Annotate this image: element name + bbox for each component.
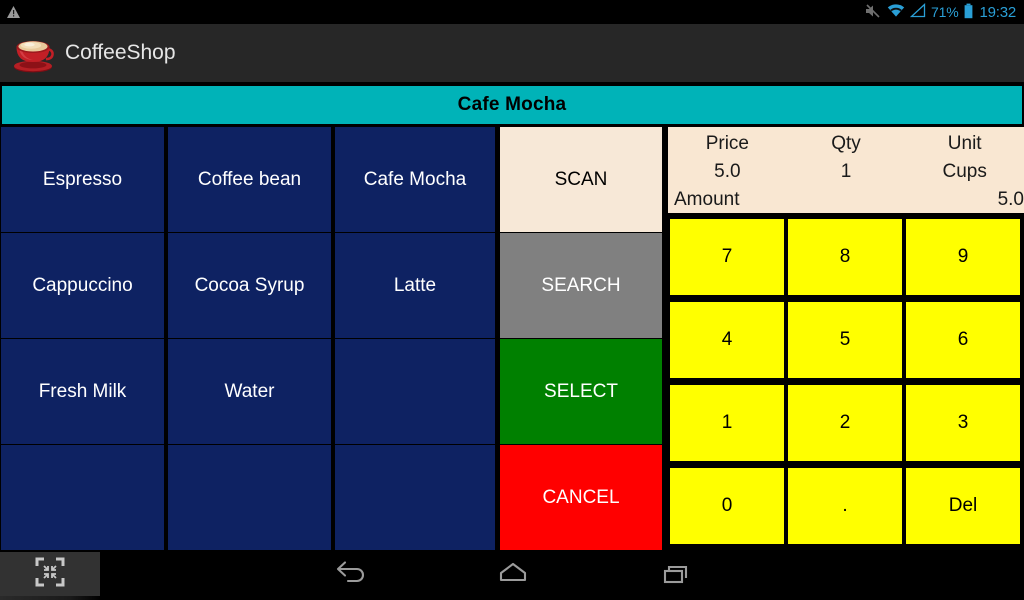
nav-home-button[interactable] xyxy=(468,552,558,600)
keypad-key-8[interactable]: 8 xyxy=(788,219,902,295)
product-tile-label: Espresso xyxy=(42,168,123,190)
amount-value: 5.0 xyxy=(997,189,1024,210)
status-bar: 71% 19:32 xyxy=(0,0,1024,24)
product-tile-empty[interactable] xyxy=(168,445,331,550)
battery-percent-label: 71% xyxy=(931,4,959,20)
scan-frame-icon xyxy=(35,557,65,592)
amount-label: Amount xyxy=(674,189,740,210)
keypad-key-label: Del xyxy=(948,495,978,516)
price-value[interactable]: 5.0 xyxy=(668,158,787,186)
keypad-key-label: 4 xyxy=(721,329,733,350)
keypad-key-label: 3 xyxy=(957,412,969,433)
selected-product-banner: Cafe Mocha xyxy=(2,86,1022,124)
product-tile-label: Cappuccino xyxy=(32,274,133,296)
keypad-key-3[interactable]: 3 xyxy=(906,385,1020,461)
product-tile-fresh-milk[interactable]: Fresh Milk xyxy=(1,339,164,444)
numeric-keypad: 7 8 9 4 5 6 1 2 3 0 . Del xyxy=(668,219,1024,552)
selected-product-name: Cafe Mocha xyxy=(457,94,567,115)
keypad-key-label: 5 xyxy=(839,329,851,350)
coffee-cup-icon xyxy=(10,30,56,76)
battery-icon xyxy=(963,3,974,22)
keypad-key-6[interactable]: 6 xyxy=(906,302,1020,378)
back-arrow-icon xyxy=(334,560,368,592)
cancel-button[interactable]: CANCEL xyxy=(500,445,662,550)
status-bar-right: 71% 19:32 xyxy=(864,3,1016,22)
wifi-icon xyxy=(887,3,905,21)
scan-button[interactable]: SCAN xyxy=(500,127,662,232)
product-tile-coffee-bean[interactable]: Coffee bean xyxy=(168,127,331,232)
product-tile-cafe-mocha[interactable]: Cafe Mocha xyxy=(335,127,495,232)
price-header: Price xyxy=(705,133,749,154)
select-button-label: SELECT xyxy=(544,380,618,402)
keypad-key-label: 8 xyxy=(839,246,851,267)
product-tile-label: Latte xyxy=(393,274,437,296)
keypad-key-label: 7 xyxy=(721,246,733,267)
product-tile-water[interactable]: Water xyxy=(168,339,331,444)
cell-signal-icon xyxy=(909,3,926,21)
warning-triangle-icon xyxy=(6,5,21,19)
device-screen: 71% 19:32 CoffeeShop Cafe Mocha Espresso… xyxy=(0,0,1024,600)
status-bar-left xyxy=(6,5,21,19)
order-info-value-row: 5.0 1 Cups xyxy=(668,158,1024,186)
unit-value: Cups xyxy=(942,161,987,182)
keypad-key-delete[interactable]: Del xyxy=(906,468,1020,544)
product-tile-latte[interactable]: Latte xyxy=(335,233,495,338)
recent-apps-icon xyxy=(659,561,693,592)
clock-label: 19:32 xyxy=(979,3,1016,21)
nav-back-button[interactable] xyxy=(306,552,396,600)
scan-button-label: SCAN xyxy=(554,168,608,190)
keypad-key-9[interactable]: 9 xyxy=(906,219,1020,295)
product-tile-cocoa-syrup[interactable]: Cocoa Syrup xyxy=(168,233,331,338)
home-icon xyxy=(496,561,530,592)
system-navigation-bar xyxy=(0,552,1024,600)
keypad-key-1[interactable]: 1 xyxy=(670,385,784,461)
order-info-panel: Price Qty Unit 5.0 1 Cups Amount 5.0 xyxy=(668,127,1024,213)
qty-header: Qty xyxy=(831,133,861,154)
product-tile-label: Water xyxy=(224,380,275,402)
product-row: Cappuccino Cocoa Syrup Latte SEARCH xyxy=(0,233,665,338)
product-tile-cappuccino[interactable]: Cappuccino xyxy=(1,233,164,338)
product-tile-empty[interactable] xyxy=(335,339,495,444)
product-and-action-pane: Espresso Coffee bean Cafe Mocha SCAN Cap… xyxy=(0,127,665,552)
keypad-key-label: 6 xyxy=(957,329,969,350)
product-tile-empty[interactable] xyxy=(1,445,164,550)
keypad-key-dot[interactable]: . xyxy=(788,468,902,544)
product-tile-label: Cafe Mocha xyxy=(363,168,467,190)
cancel-button-label: CANCEL xyxy=(542,486,620,508)
volume-muted-icon xyxy=(864,3,882,22)
select-button[interactable]: SELECT xyxy=(500,339,662,444)
keypad-key-label: 1 xyxy=(721,412,733,433)
qty-value[interactable]: 1 xyxy=(787,158,906,186)
product-row: Fresh Milk Water SELECT xyxy=(0,339,665,444)
keypad-key-label: 9 xyxy=(957,246,969,267)
scan-frame-button[interactable] xyxy=(0,552,100,600)
search-button-label: SEARCH xyxy=(541,274,621,296)
product-row: Espresso Coffee bean Cafe Mocha SCAN xyxy=(0,127,665,232)
keypad-key-label: . xyxy=(842,495,848,516)
keypad-key-2[interactable]: 2 xyxy=(788,385,902,461)
keypad-key-4[interactable]: 4 xyxy=(670,302,784,378)
product-tile-label: Cocoa Syrup xyxy=(194,274,305,296)
keypad-key-0[interactable]: 0 xyxy=(670,468,784,544)
keypad-key-5[interactable]: 5 xyxy=(788,302,902,378)
order-info-header-row: Price Qty Unit xyxy=(668,130,1024,158)
product-tile-label: Fresh Milk xyxy=(38,380,127,402)
keypad-key-7[interactable]: 7 xyxy=(670,219,784,295)
product-tile-espresso[interactable]: Espresso xyxy=(1,127,164,232)
keypad-key-label: 2 xyxy=(839,412,851,433)
unit-header: Unit xyxy=(947,133,982,154)
search-button[interactable]: SEARCH xyxy=(500,233,662,338)
app-bar: CoffeeShop xyxy=(0,24,1024,82)
product-row: CANCEL xyxy=(0,445,665,550)
amount-row: Amount 5.0 xyxy=(668,186,1024,213)
product-tile-empty[interactable] xyxy=(335,445,495,550)
order-detail-pane: Price Qty Unit 5.0 1 Cups Amount 5.0 7 8… xyxy=(668,127,1024,552)
product-tile-label: Coffee bean xyxy=(197,168,302,190)
keypad-key-label: 0 xyxy=(721,495,733,516)
app-title: CoffeeShop xyxy=(65,41,176,64)
nav-recents-button[interactable] xyxy=(631,552,721,600)
